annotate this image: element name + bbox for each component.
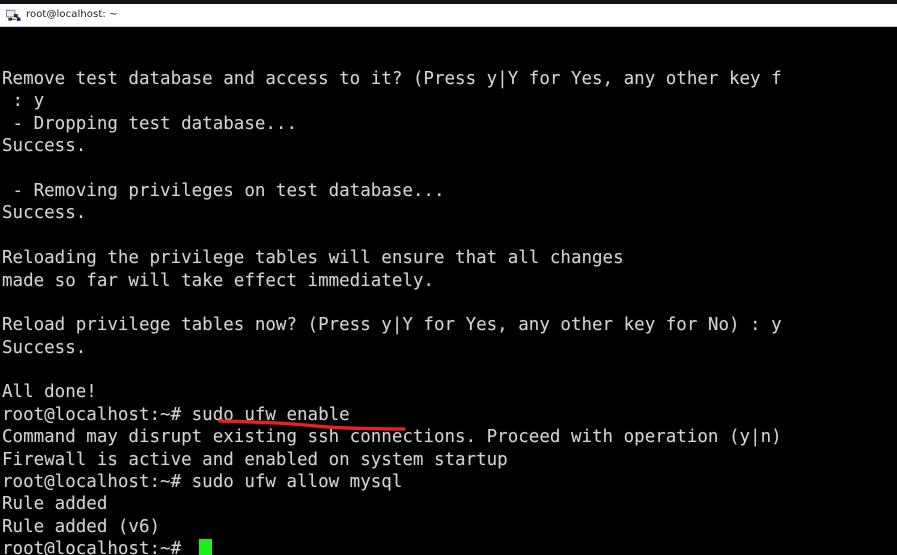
terminal-prompt-line[interactable]: root@localhost:~# — [0, 538, 897, 555]
terminal-line: - Removing privileges on test database..… — [2, 180, 445, 201]
terminal-line: Firewall is active and enabled on system… — [2, 449, 508, 470]
terminal-line: Rule added — [2, 494, 108, 515]
terminal-prompt-text: root@localhost:~# — [2, 539, 192, 555]
terminal-line-list: Remove test database and access to it? (… — [0, 68, 897, 555]
terminal-line: Reloading the privilege tables will ensu… — [2, 248, 624, 269]
terminal-line-command: root@localhost:~# sudo ufw allow mysql — [2, 472, 403, 493]
terminal-line: Success. — [2, 337, 87, 358]
terminal-output-area[interactable]: Remove test database and access to it? (… — [0, 27, 897, 555]
terminal-line: Success. — [2, 136, 87, 157]
terminal-cursor — [198, 539, 212, 555]
terminal-line-command: root@localhost:~# sudo ufw enable — [2, 404, 350, 425]
terminal-line: made so far will take effect immediately… — [2, 270, 434, 291]
terminal-network-icon — [6, 9, 21, 21]
terminal-line: Command may disrupt existing ssh connect… — [2, 427, 782, 448]
window-title: root@localhost: ~ — [26, 9, 118, 20]
terminal-line: - Dropping test database... — [2, 113, 298, 134]
terminal-line: Remove test database and access to it? (… — [2, 69, 782, 89]
terminal-line: : y — [2, 91, 45, 112]
terminal-line: Reload privilege tables now? (Press y|Y … — [2, 315, 782, 336]
terminal-line: All done! — [2, 382, 97, 403]
window-titlebar[interactable]: root@localhost: ~ — [0, 4, 897, 27]
terminal-line: Success. — [2, 203, 87, 224]
terminal-window: root@localhost: ~ Remove test database a… — [0, 0, 897, 555]
terminal-line: Rule added (v6) — [2, 516, 161, 537]
